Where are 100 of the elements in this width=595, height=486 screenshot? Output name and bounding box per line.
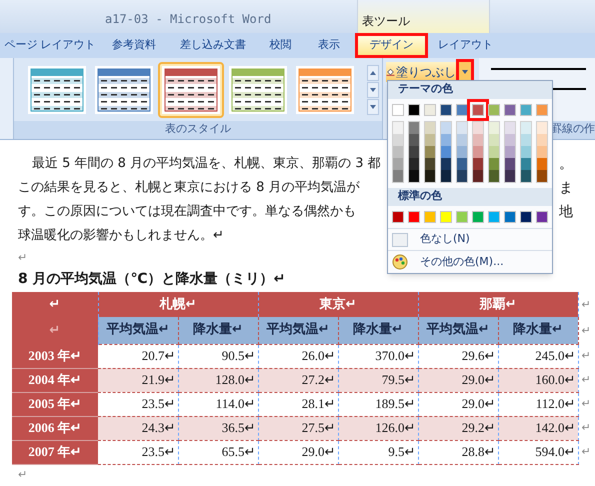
table-cell: 79.5↵ (338, 368, 418, 392)
paragraph-line: 球温暖化の影響かもしれません。↵ (18, 227, 224, 246)
more-button[interactable] (367, 98, 379, 115)
color-swatch[interactable] (441, 170, 451, 182)
color-swatch[interactable] (393, 122, 403, 134)
window-title: a17-03 - Microsoft Word (105, 11, 272, 28)
color-swatch[interactable] (457, 122, 467, 134)
color-swatch[interactable] (424, 104, 436, 116)
color-swatch[interactable] (473, 122, 483, 134)
color-swatch[interactable] (393, 146, 403, 158)
color-swatch[interactable] (440, 211, 452, 223)
color-swatch[interactable] (537, 170, 547, 182)
menu-section-header: 標準の色 (388, 188, 552, 206)
color-swatch[interactable] (521, 122, 531, 134)
color-swatch[interactable] (536, 211, 548, 223)
color-swatch[interactable] (425, 170, 435, 182)
table-cell: 245.0↵ (498, 344, 578, 368)
ribbon-tab[interactable]: 参考資料 (100, 33, 168, 58)
color-swatch[interactable] (456, 211, 468, 223)
color-swatch[interactable] (505, 146, 515, 158)
color-swatch[interactable] (425, 134, 435, 146)
color-swatch[interactable] (409, 158, 419, 170)
scroll-down-button[interactable] (367, 82, 379, 98)
color-swatch[interactable] (537, 158, 547, 170)
color-swatch[interactable] (441, 158, 451, 170)
ribbon-tab[interactable]: 表示 (303, 33, 355, 58)
color-swatch[interactable] (393, 134, 403, 146)
paragraph-line: ま (559, 178, 573, 198)
color-swatch[interactable] (392, 104, 404, 116)
color-swatch[interactable] (489, 170, 499, 182)
color-swatch[interactable] (408, 104, 420, 116)
color-swatch[interactable] (457, 158, 467, 170)
ribbon-tab[interactable]: デザイン (355, 33, 428, 58)
color-swatch[interactable] (457, 170, 467, 182)
color-swatch[interactable] (457, 134, 467, 146)
table-style-thumbnail[interactable] (158, 62, 224, 118)
color-swatch[interactable] (489, 158, 499, 170)
color-swatch[interactable] (488, 211, 500, 223)
color-swatch[interactable] (488, 104, 500, 116)
color-swatch[interactable] (505, 158, 515, 170)
color-swatch[interactable] (504, 211, 516, 223)
color-swatch[interactable] (408, 211, 420, 223)
color-swatch[interactable] (521, 134, 531, 146)
color-swatch[interactable] (521, 146, 531, 158)
more-colors-item[interactable]: その他の色(M)... (388, 251, 552, 273)
paragraph-line: 地 (559, 202, 573, 222)
menu-section-header: テーマの色 (388, 81, 552, 99)
line-style-sample[interactable] (491, 68, 586, 70)
color-swatch[interactable] (520, 211, 532, 223)
table-cell: 189.5↵ (338, 392, 418, 416)
no-color-item[interactable]: 色なし(N) (388, 229, 552, 251)
color-swatch[interactable] (505, 134, 515, 146)
color-swatch[interactable] (473, 170, 483, 182)
color-swatch[interactable] (425, 146, 435, 158)
color-swatch[interactable] (473, 146, 483, 158)
color-swatch[interactable] (393, 170, 403, 182)
color-swatch[interactable] (521, 170, 531, 182)
scroll-up-button[interactable] (367, 64, 379, 81)
table-header-cell: 平均気温↵ (418, 317, 498, 344)
row-end-mark: ↵ (578, 344, 591, 368)
color-swatch[interactable] (537, 146, 547, 158)
paragraph-line: 。 (559, 154, 573, 174)
color-swatch[interactable] (505, 122, 515, 134)
table-header-cell: 降水量↵ (338, 317, 418, 344)
color-swatch[interactable] (409, 170, 419, 182)
table-cell: 126.0↵ (338, 416, 418, 440)
ribbon-tab[interactable]: 差し込み文書 (168, 33, 258, 58)
color-swatch[interactable] (440, 104, 452, 116)
color-swatch[interactable] (457, 146, 467, 158)
ribbon-tab[interactable]: ページ レイアウト (0, 33, 100, 58)
color-swatch[interactable] (424, 211, 436, 223)
color-swatch[interactable] (489, 122, 499, 134)
ribbon-tab[interactable]: 校閲 (258, 33, 303, 58)
color-swatch[interactable] (537, 134, 547, 146)
color-swatch[interactable] (409, 146, 419, 158)
color-swatch[interactable] (505, 170, 515, 182)
fill-button[interactable]: 塗りつぶし (386, 62, 456, 82)
color-swatch[interactable] (425, 122, 435, 134)
color-swatch[interactable] (441, 146, 451, 158)
table-cell: 142.0↵ (498, 416, 578, 440)
color-swatch[interactable] (504, 104, 516, 116)
color-swatch[interactable] (536, 104, 548, 116)
color-swatch[interactable] (392, 211, 404, 223)
color-swatch[interactable] (441, 134, 451, 146)
color-swatch[interactable] (472, 211, 484, 223)
color-swatch[interactable] (409, 134, 419, 146)
color-swatch[interactable] (473, 158, 483, 170)
color-swatch[interactable] (409, 122, 419, 134)
color-swatch[interactable] (489, 146, 499, 158)
table-cell: 27.2↵ (258, 368, 338, 392)
color-swatch[interactable] (473, 134, 483, 146)
color-swatch[interactable] (537, 122, 547, 134)
ribbon-tab[interactable]: レイアウト (428, 33, 503, 58)
color-swatch[interactable] (521, 158, 531, 170)
color-swatch[interactable] (393, 158, 403, 170)
color-swatch[interactable] (456, 104, 468, 116)
color-swatch[interactable] (441, 122, 451, 134)
color-swatch[interactable] (489, 134, 499, 146)
color-swatch[interactable] (425, 158, 435, 170)
color-swatch[interactable] (520, 104, 532, 116)
